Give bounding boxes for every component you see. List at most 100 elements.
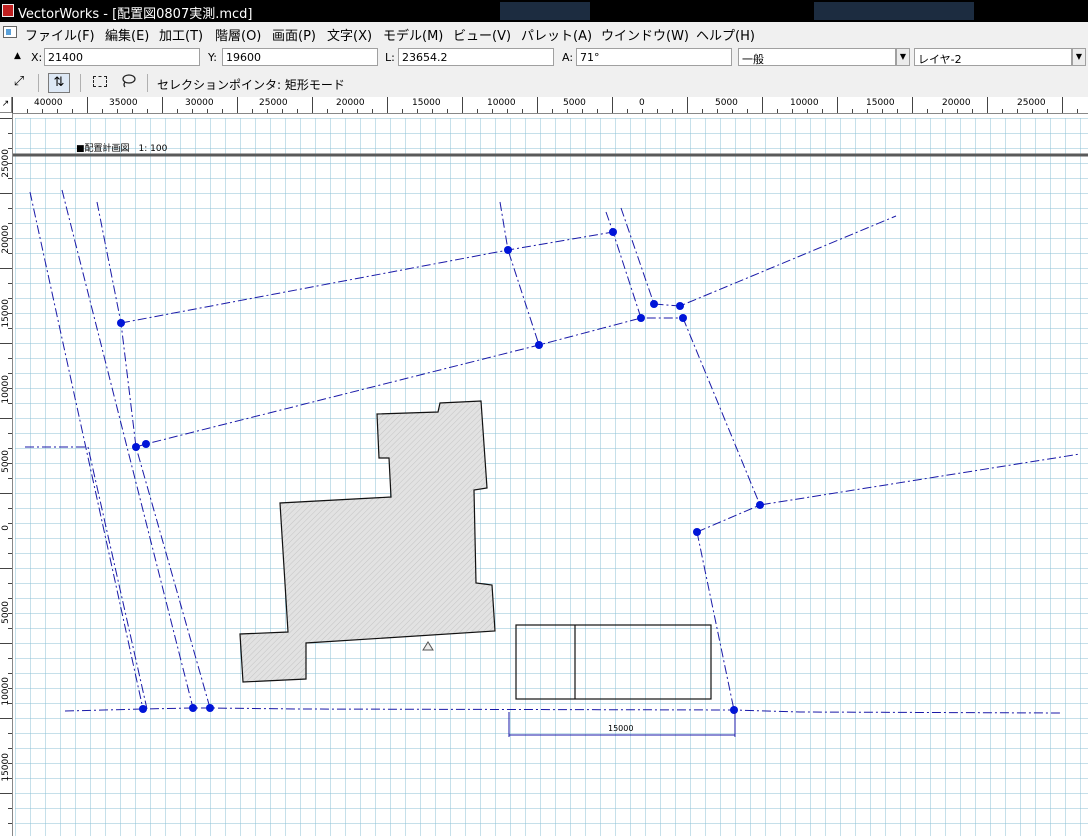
length-field[interactable]: 23654.2 xyxy=(398,48,554,66)
survey-node[interactable] xyxy=(535,341,543,349)
ruler-tick xyxy=(402,109,403,113)
class-select[interactable]: 一般 xyxy=(738,48,896,66)
ruler-tick xyxy=(477,109,478,113)
tool-mode-label: セレクションポインタ: 矩形モード xyxy=(157,78,345,92)
sheet-title[interactable]: ■配置計画図 1: 100 xyxy=(76,141,167,154)
ruler-tick xyxy=(912,97,913,113)
survey-node[interactable] xyxy=(132,443,140,451)
ruler-tick xyxy=(8,448,12,449)
ruler-tick xyxy=(642,109,643,113)
ruler-tick xyxy=(252,109,253,113)
menu-window[interactable]: ウインドウ(W) xyxy=(601,25,689,44)
ruler-tick xyxy=(102,109,103,113)
ruler-tick xyxy=(8,433,12,434)
ruler-tick xyxy=(72,109,73,113)
ruler-tick xyxy=(0,493,12,494)
survey-node[interactable] xyxy=(142,440,150,448)
ruler-tick xyxy=(87,97,88,113)
ruler-tick xyxy=(507,109,508,113)
survey-node[interactable] xyxy=(730,706,738,714)
ruler-label-x: 5000 xyxy=(563,98,586,108)
ruler-tick xyxy=(8,253,12,254)
ruler-tick xyxy=(8,673,12,674)
ruler-tick xyxy=(237,97,238,113)
survey-node[interactable] xyxy=(676,302,684,310)
survey-node[interactable] xyxy=(504,246,512,254)
l-label: L: xyxy=(385,51,395,64)
menu-edit[interactable]: 編集(E) xyxy=(105,25,149,44)
survey-node[interactable] xyxy=(650,300,658,308)
ruler-tick xyxy=(0,193,12,194)
document-window-icon[interactable] xyxy=(3,26,17,38)
survey-node[interactable] xyxy=(189,704,197,712)
ruler-tick xyxy=(8,808,12,809)
ruler-label-y: 10000 xyxy=(1,375,11,404)
rectangle-marquee-icon[interactable] xyxy=(89,73,111,93)
menu-view[interactable]: ビュー(V) xyxy=(453,25,511,44)
background-window xyxy=(500,2,590,20)
x-field[interactable]: 21400 xyxy=(44,48,200,66)
ruler-tick xyxy=(1017,109,1018,113)
ruler-tick xyxy=(927,109,928,113)
menu-palette[interactable]: パレット(A) xyxy=(521,25,592,44)
ruler-tick xyxy=(267,109,268,113)
ruler-tick xyxy=(0,568,12,569)
ruler-tick xyxy=(8,583,12,584)
ruler-tick xyxy=(0,793,12,794)
ruler-tick xyxy=(8,208,12,209)
ruler-tick xyxy=(882,109,883,113)
ruler-corner[interactable]: ↗ xyxy=(0,97,12,113)
layer-select[interactable]: レイヤ-2 xyxy=(914,48,1072,66)
survey-node[interactable] xyxy=(679,314,687,322)
survey-node[interactable] xyxy=(206,704,214,712)
ruler-tick xyxy=(8,703,12,704)
layer-dropdown-icon[interactable]: ▼ xyxy=(1072,48,1086,66)
interactive-scaling-icon[interactable]: ⇅ xyxy=(48,73,70,93)
menu-help[interactable]: ヘルプ(H) xyxy=(696,25,755,44)
ruler-tick xyxy=(807,109,808,113)
ruler-tick xyxy=(987,97,988,113)
survey-node[interactable] xyxy=(139,705,147,713)
ruler-tick xyxy=(0,718,12,719)
menu-modify[interactable]: 加工(T) xyxy=(159,25,203,44)
ruler-tick xyxy=(8,478,12,479)
menu-model[interactable]: モデル(M) xyxy=(383,25,443,44)
ruler-tick xyxy=(8,598,12,599)
menu-view-page[interactable]: 画面(P) xyxy=(272,25,316,44)
ruler-tick xyxy=(432,109,433,113)
ruler-tick xyxy=(222,109,223,113)
ruler-tick xyxy=(777,109,778,113)
ruler-tick xyxy=(8,403,12,404)
survey-node[interactable] xyxy=(117,319,125,327)
menu-file[interactable]: ファイル(F) xyxy=(25,25,95,44)
ruler-tick xyxy=(747,109,748,113)
menu-layers[interactable]: 階層(O) xyxy=(215,25,261,44)
ruler-tick xyxy=(552,109,553,113)
ruler-tick xyxy=(8,163,12,164)
ruler-tick xyxy=(0,643,12,644)
survey-node[interactable] xyxy=(693,528,701,536)
drawing-canvas[interactable]: ■配置計画図 1: 100 15000 xyxy=(13,114,1088,836)
ruler-label-y: 5000 xyxy=(1,450,11,473)
resize-arrow-icon[interactable]: ⤢ xyxy=(8,73,30,93)
y-field[interactable]: 19600 xyxy=(222,48,378,66)
window-title: VectorWorks - [配置図0807実測.mcd] xyxy=(18,7,253,22)
class-dropdown-icon[interactable]: ▼ xyxy=(896,48,910,66)
dimension-label[interactable]: 15000 xyxy=(608,724,633,733)
menu-text[interactable]: 文字(X) xyxy=(327,25,372,44)
ruler-tick xyxy=(8,388,12,389)
ruler-tick xyxy=(0,343,12,344)
lasso-icon[interactable] xyxy=(117,73,139,93)
ruler-tick xyxy=(8,313,12,314)
ruler-tick xyxy=(0,268,12,269)
survey-node[interactable] xyxy=(609,228,617,236)
ruler-label-x: 30000 xyxy=(185,98,214,108)
ruler-label-x: 10000 xyxy=(790,98,819,108)
survey-node[interactable] xyxy=(637,314,645,322)
ruler-tick xyxy=(8,463,12,464)
angle-field[interactable]: 71° xyxy=(576,48,732,66)
ruler-tick xyxy=(8,178,12,179)
ruler-tick xyxy=(657,109,658,113)
ruler-tick xyxy=(1002,109,1003,113)
survey-node[interactable] xyxy=(756,501,764,509)
